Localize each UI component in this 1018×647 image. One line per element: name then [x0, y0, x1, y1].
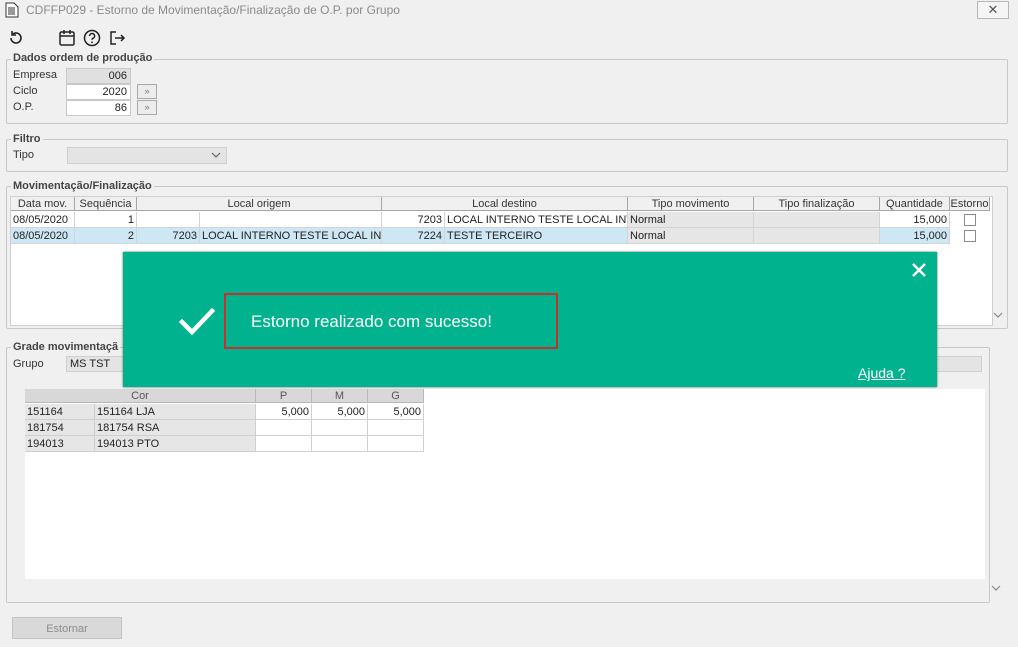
cor-code: 151164 [25, 404, 95, 420]
grade-legend: Grade movimentaçã [11, 341, 121, 353]
empresa-label: Empresa [13, 69, 58, 81]
checkmark-icon [178, 307, 216, 336]
estorno-checkbox[interactable] [964, 230, 976, 242]
chevron-down-icon [211, 152, 221, 158]
size-cell-p[interactable] [256, 420, 312, 436]
refresh-icon[interactable] [6, 28, 26, 48]
grupo-label: Grupo [13, 358, 44, 370]
success-toast: Estorno realizado com sucesso! Ajuda ? [123, 252, 937, 387]
table-row[interactable]: 08/05/2020 1 7203 LOCAL INTERNO TESTE LO… [11, 212, 991, 228]
ciclo-label: Ciclo [13, 85, 38, 97]
cell-tipo-finalizacao [754, 212, 880, 228]
size-header-p[interactable]: P [256, 389, 312, 403]
size-header-g[interactable]: G [368, 389, 424, 403]
cor-header[interactable]: Cor [25, 389, 256, 403]
size-cell-m[interactable]: 5,000 [312, 404, 368, 420]
col-header-local-destino[interactable]: Local destino [382, 197, 628, 211]
title-bar: CDFFP029 - Estorno de Movimentação/Final… [0, 0, 1018, 22]
cell-sequencia: 1 [75, 212, 137, 228]
cell-destino-cod: 7203 [382, 212, 445, 228]
close-icon[interactable] [909, 260, 929, 280]
cor-code: 194013 [25, 436, 95, 452]
op-label: O.P. [13, 101, 34, 113]
dados-legend: Dados ordem de produção [11, 52, 155, 64]
size-cell-p[interactable]: 5,000 [256, 404, 312, 420]
cell-tipo-movimento: Normal [628, 228, 754, 244]
ciclo-field[interactable]: 2020 [66, 84, 131, 100]
col-header-estorno[interactable]: Estorno [950, 197, 990, 211]
exit-icon[interactable] [107, 28, 127, 48]
cor-desc: 181754 RSA [95, 420, 256, 436]
toast-message: Estorno realizado com sucesso! [251, 312, 492, 331]
scroll-down-icon[interactable] [993, 311, 1003, 319]
empresa-field: 006 [66, 68, 131, 84]
help-link[interactable]: Ajuda ? [858, 365, 905, 381]
cell-destino-desc: LOCAL INTERNO TESTE LOCAL INTE [445, 212, 628, 228]
calendar-icon[interactable] [57, 28, 77, 48]
cell-origem-desc: LOCAL INTERNO TESTE LOCAL INTE [200, 228, 382, 244]
tipo-select[interactable] [67, 147, 227, 164]
size-cell-m[interactable] [312, 420, 368, 436]
cell-data: 08/05/2020 [11, 212, 75, 228]
help-icon[interactable] [82, 28, 102, 48]
close-button[interactable]: ✕ [977, 1, 1009, 19]
estorno-checkbox[interactable] [964, 214, 976, 226]
cell-quantidade: 15,000 [880, 212, 950, 228]
size-header-m[interactable]: M [312, 389, 368, 403]
cell-sequencia: 2 [75, 228, 137, 244]
cor-code: 181754 [25, 420, 95, 436]
cell-destino-cod: 7224 [382, 228, 445, 244]
filtro-legend: Filtro [11, 133, 43, 145]
window-title: CDFFP029 - Estorno de Movimentação/Final… [26, 3, 400, 17]
scroll-down-icon[interactable] [991, 584, 1001, 592]
cor-desc: 151164 LJA [95, 404, 256, 420]
cor-desc: 194013 PTO [95, 436, 256, 452]
col-header-tipo-movimento[interactable]: Tipo movimento [628, 197, 754, 211]
cell-origem-desc [200, 212, 382, 228]
cell-destino-desc: TESTE TERCEIRO [445, 228, 628, 244]
table-row[interactable]: 181754 181754 RSA [25, 420, 425, 436]
size-cell-p[interactable] [256, 436, 312, 452]
cell-tipo-finalizacao [754, 228, 880, 244]
op-field[interactable]: 86 [66, 100, 131, 116]
cell-origem-cod [137, 212, 200, 228]
mov-legend: Movimentação/Finalização [11, 180, 154, 192]
cell-tipo-movimento: Normal [628, 212, 754, 228]
size-cell-m[interactable] [312, 436, 368, 452]
size-cell-g[interactable] [368, 420, 424, 436]
col-header-sequencia[interactable]: Sequência [75, 197, 137, 211]
table-row[interactable]: 151164 151164 LJA 5,000 5,000 5,000 [25, 404, 425, 420]
size-cell-g[interactable]: 5,000 [368, 404, 424, 420]
ciclo-lookup-button[interactable]: » [137, 84, 157, 99]
size-cell-g[interactable] [368, 436, 424, 452]
col-header-tipo-finalizacao[interactable]: Tipo finalização [754, 197, 880, 211]
col-header-local-origem[interactable]: Local origem [137, 197, 382, 211]
table-row[interactable]: 194013 194013 PTO [25, 436, 425, 452]
document-icon [5, 2, 19, 18]
estornar-button[interactable]: Estornar [12, 617, 122, 639]
col-header-quantidade[interactable]: Quantidade [880, 197, 950, 211]
cell-origem-cod: 7203 [137, 228, 200, 244]
table-row[interactable]: 08/05/2020 2 7203 LOCAL INTERNO TESTE LO… [11, 228, 991, 244]
tipo-label: Tipo [13, 149, 34, 161]
cell-quantidade: 15,000 [880, 228, 950, 244]
op-lookup-button[interactable]: » [137, 100, 157, 115]
col-header-data[interactable]: Data mov. [11, 197, 75, 211]
cell-data: 08/05/2020 [11, 228, 75, 244]
size-grid: Cor P M G 151164 151164 LJA 5,000 5,000 … [25, 389, 985, 579]
